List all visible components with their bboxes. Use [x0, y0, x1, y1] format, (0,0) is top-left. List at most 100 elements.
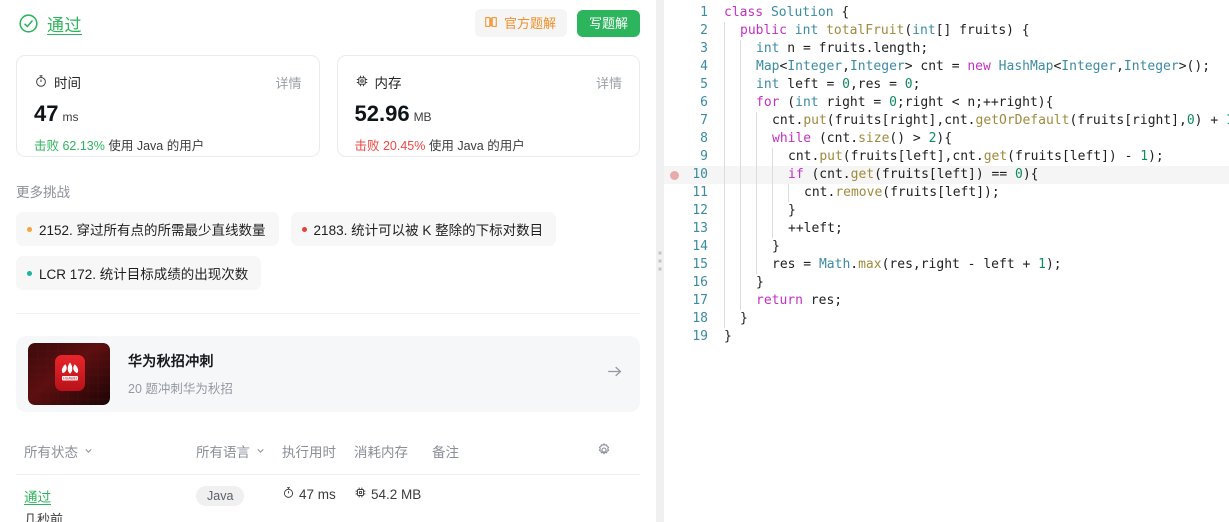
memory-chip-icon — [355, 74, 369, 91]
breakpoint-gutter[interactable] — [664, 328, 684, 346]
line-number: 4 — [700, 59, 708, 74]
challenge-label: 2183. 统计可以被 K 整除的下标对数目 — [313, 223, 544, 238]
line-number: 5 — [700, 77, 708, 92]
breakpoint-gutter[interactable] — [664, 220, 684, 238]
code-line[interactable]: 16} — [664, 274, 1229, 292]
column-header-runtime: 执行用时 — [282, 445, 336, 460]
code-text: ++left; — [718, 220, 843, 238]
submission-result-page: 通过 官方题解 写题解 时间 详情 47 ms 击败 62.13% 使用 Jav… — [0, 0, 1229, 522]
challenge-label: 2152. 穿过所有点的所需最少直线数量 — [39, 223, 266, 238]
code-line[interactable]: 2 public int totalFruit(int[] fruits) { — [664, 22, 1229, 40]
filter-language-dropdown[interactable]: 所有语言 — [196, 441, 282, 461]
code-text: } — [724, 329, 732, 344]
breakpoint-gutter[interactable] — [664, 256, 684, 274]
cell-language: Java — [196, 486, 282, 506]
filter-status-label: 所有状态 — [24, 445, 78, 460]
code-line[interactable]: 10 if (cnt.get(fruits[left]) == 0){ — [664, 166, 1229, 184]
code-text: for (int right = 0;right < n;++right){ — [718, 94, 1053, 112]
code-line[interactable]: 6 for (int right = 0;right < n;++right){ — [664, 94, 1229, 112]
promo-text: 华为秋招冲刺 20 题冲刺华为秋招 — [128, 351, 233, 397]
code-line[interactable]: 3 int n = fruits.length; — [664, 40, 1229, 58]
list-item[interactable]: 2152. 穿过所有点的所需最少直线数量 — [16, 212, 279, 246]
filter-status-dropdown[interactable]: 所有状态 — [24, 441, 196, 461]
list-item[interactable]: LCR 172. 统计目标成绩的出现次数 — [16, 256, 262, 290]
code-line[interactable]: 1 class Solution { — [664, 4, 1229, 22]
promo-thumbnail: HUAWEI — [28, 343, 110, 405]
line-number: 7 — [700, 113, 708, 128]
line-number: 6 — [700, 95, 708, 110]
code-line[interactable]: 14} — [664, 238, 1229, 256]
breakpoint-icon[interactable] — [669, 170, 679, 180]
code-editor[interactable]: 1 class Solution {2 public int totalFruit(… — [664, 0, 1229, 522]
breakpoint-gutter[interactable] — [664, 184, 684, 202]
official-solution-button[interactable]: 官方题解 — [474, 9, 567, 37]
code-line[interactable]: 4 Map<Integer,Integer> cnt = new HashMap<… — [664, 58, 1229, 76]
submission-runtime: 47 ms — [299, 486, 336, 502]
difficulty-dot-icon — [301, 226, 307, 232]
breakpoint-gutter[interactable] — [664, 58, 684, 76]
code-text: return res; — [718, 292, 842, 310]
code-line[interactable]: 18} — [664, 310, 1229, 328]
submission-memory: 54.2 MB — [371, 486, 422, 502]
breakpoint-gutter[interactable] — [664, 166, 684, 184]
breakpoint-gutter[interactable] — [664, 238, 684, 256]
code-text: res = Math.max(res,right - left + 1); — [718, 256, 1062, 274]
code-text: int left = 0,res = 0; — [718, 76, 920, 94]
breakpoint-gutter[interactable] — [664, 202, 684, 220]
memory-unit: MB — [413, 110, 432, 124]
breakpoint-gutter[interactable] — [664, 22, 684, 40]
runtime-detail-link[interactable]: 详情 — [275, 73, 301, 92]
line-number: 15 — [692, 257, 708, 272]
line-number: 9 — [700, 149, 708, 164]
submission-status-link[interactable]: 通过 — [24, 486, 196, 506]
memory-chip-icon — [354, 486, 367, 502]
code-line[interactable]: 19} — [664, 328, 1229, 346]
breakpoint-gutter[interactable] — [664, 4, 684, 22]
panel-resizer[interactable] — [656, 0, 664, 522]
code-line[interactable]: 5 int left = 0,res = 0; — [664, 76, 1229, 94]
breakpoint-gutter[interactable] — [664, 112, 684, 130]
memory-beat-percent: 击败 20.45% — [354, 139, 426, 153]
code-text: if (cnt.get(fruits[left]) == 0){ — [718, 166, 1038, 184]
code-line[interactable]: 13 ++left; — [664, 220, 1229, 238]
code-text: public int totalFruit(int[] fruits) { — [718, 22, 1030, 40]
code-line[interactable]: 8 while (cnt.size() > 2){ — [664, 130, 1229, 148]
code-line[interactable]: 12} — [664, 202, 1229, 220]
code-text: cnt.remove(fruits[left]); — [718, 184, 1000, 202]
breakpoint-gutter[interactable] — [664, 292, 684, 310]
line-number: 8 — [700, 131, 708, 146]
code-line[interactable]: 17 return res; — [664, 292, 1229, 310]
write-solution-button[interactable]: 写题解 — [576, 9, 640, 37]
code-text: class Solution { — [724, 5, 850, 20]
code-text: cnt.put(fruits[left],cnt.get(fruits[left… — [718, 148, 1164, 166]
breakpoint-gutter[interactable] — [664, 94, 684, 112]
cell-memory: 54.2 MB — [354, 486, 464, 502]
breakpoint-gutter[interactable] — [664, 310, 684, 328]
more-challenges-list: 2152. 穿过所有点的所需最少直线数量 2183. 统计可以被 K 整除的下标… — [16, 212, 616, 290]
code-line[interactable]: 9 cnt.put(fruits[left],cnt.get(fruits[lef… — [664, 148, 1229, 166]
resizer-grip-icon — [658, 251, 662, 271]
book-icon — [484, 15, 498, 31]
runtime-beat-suffix: 使用 Java 的用户 — [108, 139, 205, 153]
breakpoint-gutter[interactable] — [664, 274, 684, 292]
breakpoint-gutter[interactable] — [664, 148, 684, 166]
memory-value-wrap: 52.96 MB — [355, 103, 623, 125]
code-line[interactable]: 15 res = Math.max(res,right - left + 1); — [664, 256, 1229, 274]
runtime-value-wrap: 47 ms — [34, 103, 302, 125]
cell-status: 通过 几秒前 — [24, 486, 196, 522]
challenge-label: LCR 172. 统计目标成绩的出现次数 — [39, 267, 249, 282]
stopwatch-icon — [282, 486, 295, 502]
breakpoint-gutter[interactable] — [664, 40, 684, 58]
result-panel: 通过 官方题解 写题解 时间 详情 47 ms 击败 62.13% 使用 Jav… — [0, 0, 656, 522]
breakpoint-gutter[interactable] — [664, 76, 684, 94]
code-line[interactable]: 7 cnt.put(fruits[right],cnt.getOrDefault(… — [664, 112, 1229, 130]
breakpoint-gutter[interactable] — [664, 130, 684, 148]
arrow-right-icon[interactable] — [605, 362, 624, 386]
memory-detail-link[interactable]: 详情 — [596, 73, 622, 92]
gear-icon[interactable] — [596, 442, 640, 461]
promo-banner[interactable]: HUAWEI 华为秋招冲刺 20 题冲刺华为秋招 — [16, 336, 640, 412]
table-row[interactable]: 通过 几秒前 Java 47 ms 54.2 MB — [16, 475, 640, 522]
list-item[interactable]: 2183. 统计可以被 K 整除的下标对数目 — [290, 212, 557, 246]
runtime-beat: 击败 62.13% 使用 Java 的用户 — [34, 135, 302, 154]
code-line[interactable]: 11 cnt.remove(fruits[left]); — [664, 184, 1229, 202]
